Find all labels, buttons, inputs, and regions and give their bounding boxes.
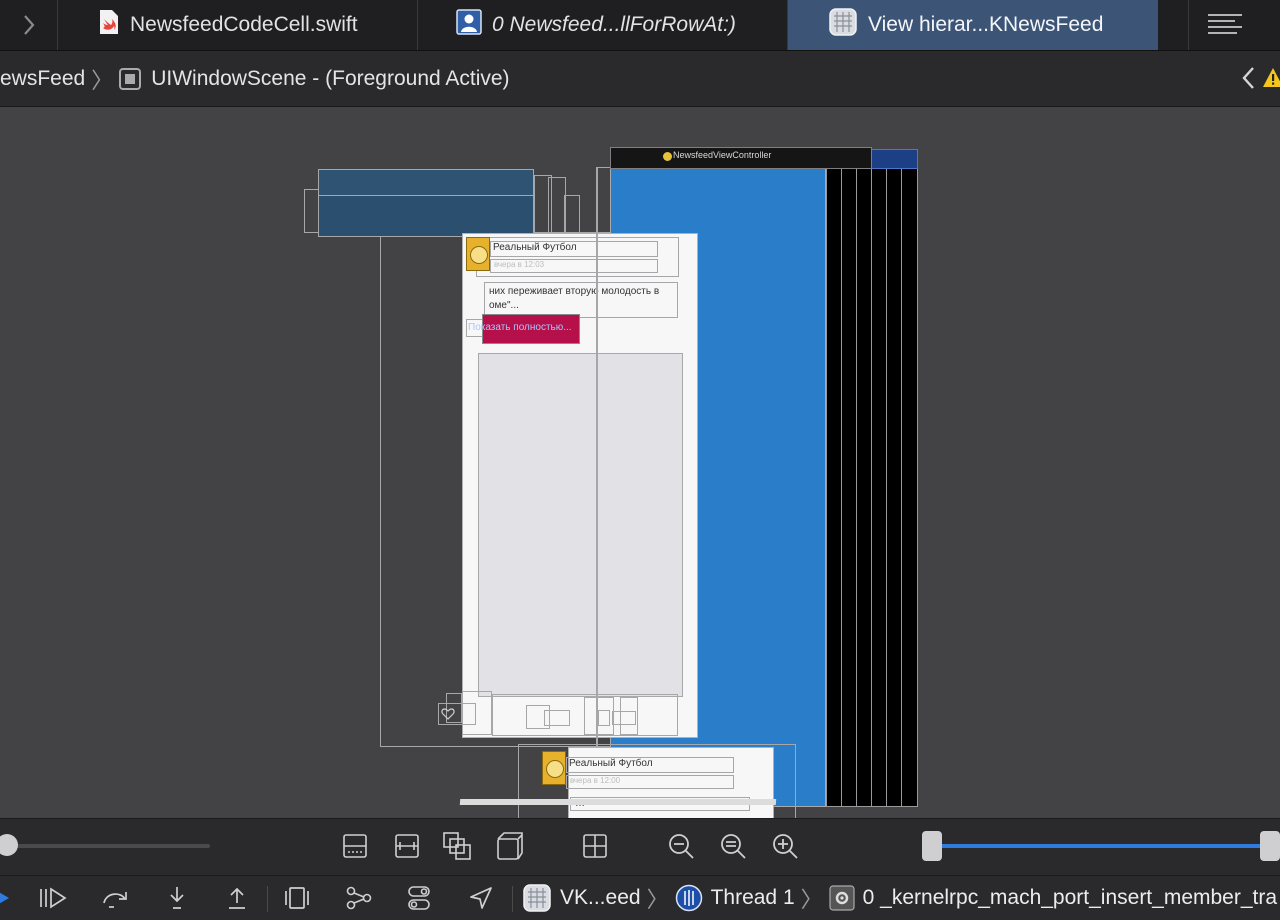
header-layer-back[interactable] (318, 195, 534, 237)
stack-frame-icon (456, 9, 482, 41)
zoom-in-icon[interactable] (770, 831, 800, 861)
post-date: вчера в 12:00 (570, 776, 621, 785)
avatar-emblem (546, 760, 564, 778)
debug-view-toolbar (0, 818, 1280, 875)
jump-bar: ewsFeed 〉 UIWindowScene - (Foreground Ac… (0, 51, 1280, 107)
show-more-label: Показать полностью... (468, 322, 572, 333)
view-hierarchy-canvas[interactable]: NewsfeedViewController Реальный Футбол в… (0, 107, 1280, 818)
zoom-actual-icon[interactable] (718, 831, 748, 861)
tab-newsfeed-code-cell[interactable]: NewsfeedCodeCell.swift (58, 0, 418, 50)
clip-icon[interactable] (340, 831, 370, 861)
layer-edge (841, 167, 842, 807)
tab-label: 0 Newsfeed...llForRowAt:) (492, 13, 736, 36)
layer-edge (856, 167, 857, 807)
back-chevron-icon[interactable] (1240, 65, 1256, 97)
breadcrumb-thread[interactable]: Thread 1 (711, 886, 795, 910)
breadcrumb-scheme[interactable]: VK...eed (560, 886, 641, 910)
gear-frame-icon (829, 885, 855, 911)
post-text-layer[interactable]: них переживает вторую молодость в оме"..… (484, 282, 678, 318)
date-label-layer[interactable]: вчера в 12:00 (566, 775, 734, 789)
tab-forward-button[interactable] (0, 0, 58, 50)
chevron-right-icon: 〉 (91, 67, 114, 93)
layer-edge (901, 167, 902, 807)
post-text-line: них переживает вторую молодость в (489, 286, 660, 297)
author-label-layer[interactable]: Реальный Футбол (490, 241, 658, 257)
bottom-layer-edge (459, 799, 777, 805)
post-date: вчера в 12:03 (494, 260, 545, 269)
zoom-out-icon[interactable] (666, 831, 696, 861)
controller-header-layer[interactable]: NewsfeedViewController (610, 147, 872, 169)
separator (512, 886, 513, 912)
range-slider-max-thumb[interactable] (1260, 831, 1280, 861)
simulate-location-icon[interactable] (466, 883, 496, 913)
layer-edge (886, 167, 887, 807)
range-slider-track[interactable] (932, 844, 1270, 848)
breadcrumb-project-label: ewsFeed (0, 66, 86, 90)
chevron-right-icon: 〉 (646, 887, 669, 912)
breadcrumb-scene[interactable]: UIWindowScene - (Foreground Active) (119, 66, 510, 91)
post-text-line: оме"... (489, 300, 519, 311)
debug-bar: VK...eed 〉 Thread 1 〉 0 _kernelrpc_mach_… (0, 875, 1280, 920)
like-view-layer[interactable] (438, 703, 476, 725)
3d-views-icon[interactable] (494, 831, 524, 861)
swift-file-icon (98, 9, 120, 41)
author-name: Реальный Футбол (493, 242, 577, 253)
heart-icon (441, 708, 455, 720)
chevron-right-icon: 〉 (800, 887, 823, 912)
view-layer-outline[interactable] (564, 195, 580, 235)
tab-label: View hierar...KNewsFeed (868, 13, 1104, 36)
chevron-right-icon (23, 15, 34, 35)
range-slider-min-thumb[interactable] (922, 831, 942, 861)
window-layer-stack[interactable] (812, 167, 918, 807)
breadcrumb-scene-label: UIWindowScene - (Foreground Active) (151, 66, 510, 90)
continue-icon[interactable] (0, 883, 18, 913)
date-label-layer[interactable]: вчера в 12:03 (490, 259, 658, 273)
grid-icon[interactable] (580, 831, 610, 861)
debug-view-hierarchy-icon[interactable] (282, 883, 312, 913)
environment-overrides-icon[interactable] (404, 883, 434, 913)
layer-edge (871, 167, 872, 807)
app-icon (522, 883, 552, 913)
avatar[interactable] (466, 237, 490, 271)
step-out-icon[interactable] (222, 883, 252, 913)
thread-icon (675, 884, 703, 912)
tab-stack-frame[interactable]: 0 Newsfeed...llForRowAt:) (418, 0, 788, 50)
author-name: Реальный Футбол (569, 758, 653, 769)
step-over-continue-icon[interactable] (38, 883, 68, 913)
related-items-button[interactable] (1188, 0, 1280, 50)
separator (267, 886, 268, 912)
layout-stack-icon[interactable] (442, 831, 472, 861)
view-hierarchy-icon (828, 7, 858, 43)
layer-edge (826, 167, 827, 807)
spacing-slider-thumb[interactable] (0, 834, 18, 856)
author-label-layer[interactable]: Реальный Футбол (566, 757, 734, 773)
view-layer-outline[interactable] (620, 697, 638, 735)
comment-count-layer[interactable] (544, 710, 570, 726)
frames-icon[interactable] (392, 831, 422, 861)
debug-breadcrumb: VK...eed 〉 Thread 1 〉 0 _kernelrpc_mach_… (522, 876, 1277, 920)
controller-icon (663, 152, 672, 161)
avatar[interactable] (542, 751, 566, 785)
views-icon-layer[interactable] (598, 710, 610, 726)
spacing-slider-track[interactable] (0, 844, 210, 848)
breadcrumb-frame[interactable]: 0 _kernelrpc_mach_port_insert_member_tra (863, 886, 1277, 910)
tab-view-hierarchy[interactable]: View hierar...KNewsFeed (788, 0, 1158, 50)
tab-label: NewsfeedCodeCell.swift (130, 13, 358, 36)
step-over-icon[interactable] (100, 883, 130, 913)
warning-icon[interactable] (1262, 67, 1280, 95)
controller-label: NewsfeedViewController (673, 150, 772, 160)
tab-bar: NewsfeedCodeCell.swift 0 Newsfeed...llFo… (0, 0, 1280, 51)
step-into-icon[interactable] (162, 883, 192, 913)
lines-menu-icon (1208, 14, 1242, 34)
avatar-emblem (470, 246, 488, 264)
memory-graph-icon[interactable] (344, 883, 374, 913)
window-scene-icon (119, 67, 142, 90)
post-image-layer[interactable] (478, 353, 683, 697)
breadcrumb-project[interactable]: ewsFeed (0, 67, 85, 91)
